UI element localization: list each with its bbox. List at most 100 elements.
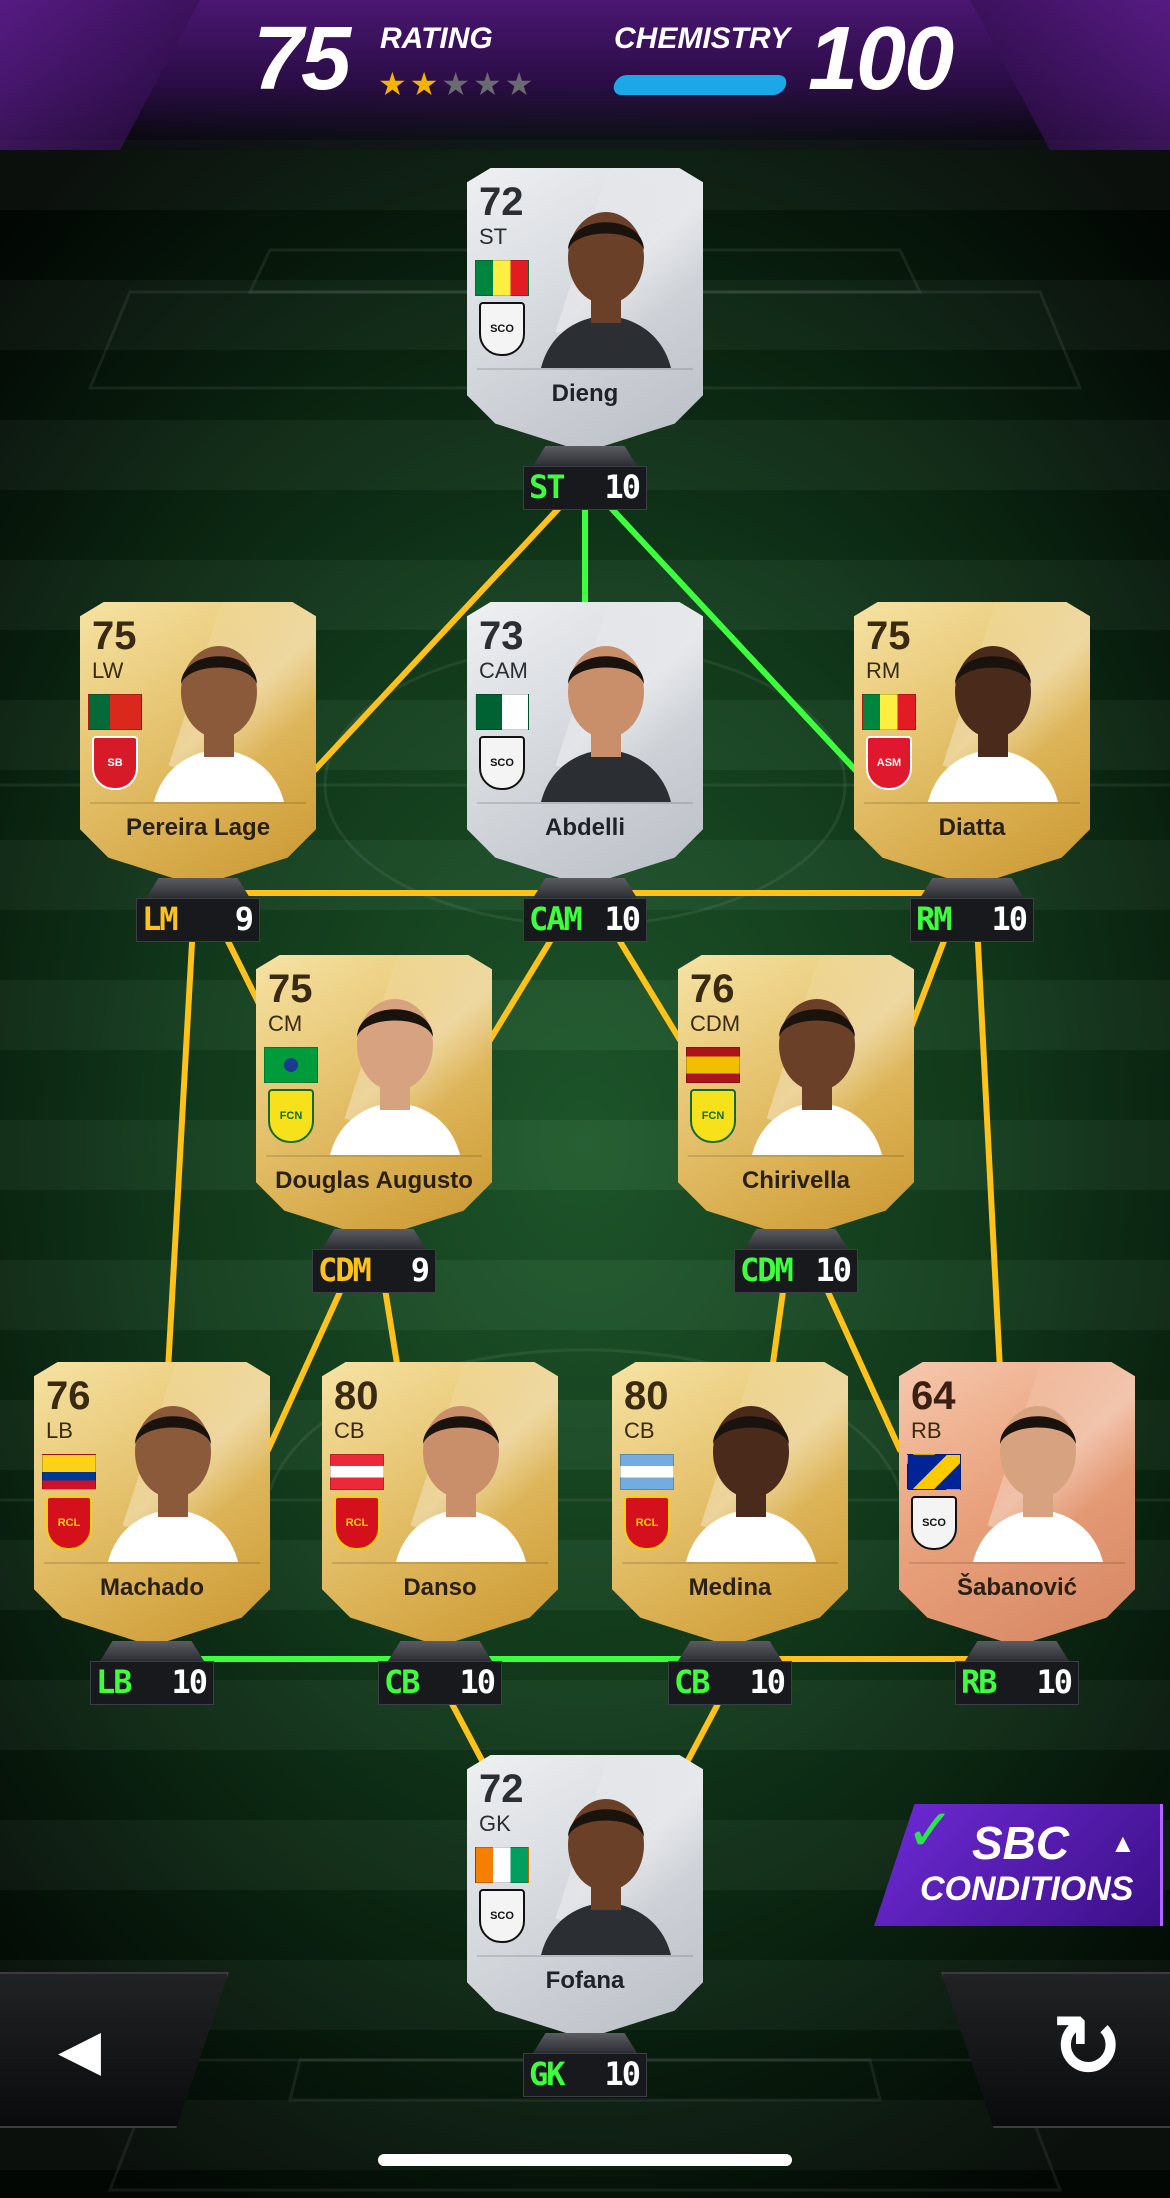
base-cap: [533, 878, 637, 898]
caret-up-icon: ▲: [1110, 1828, 1136, 1858]
player-name: Fofana: [545, 1967, 625, 1994]
base-cap: [965, 1641, 1069, 1661]
club-crest-icon: FCN: [268, 1089, 314, 1143]
club-crest-icon: SCO: [479, 1889, 525, 1943]
player-card-cb1[interactable]: 80 CB RCL Danso: [322, 1362, 558, 1646]
name-divider: [688, 1155, 904, 1157]
player-rating: 75: [92, 614, 137, 658]
brazil-flag-icon: [264, 1047, 318, 1083]
squad-builder-screen: 75 RATING ★★★★★ CHEMISTRY 100 72 ST SCO Die…: [0, 0, 1170, 2198]
chem-position: CAM: [529, 900, 583, 938]
player-card-lb[interactable]: 76 LB RCL Machado: [34, 1362, 270, 1646]
base-cap: [744, 1229, 848, 1249]
chemistry-base-rm: RM 10: [910, 878, 1034, 942]
chemistry-base-rb: RB 10: [955, 1641, 1079, 1705]
player-rating: 72: [479, 1767, 524, 1811]
sbc-label: SBC: [972, 1817, 1070, 1869]
player-portrait: [752, 999, 882, 1155]
base-cap: [322, 1229, 426, 1249]
chem-points: 10: [171, 1663, 208, 1701]
player-card-cdm1[interactable]: 75 CM FCN Douglas Augusto: [256, 955, 492, 1239]
austria-flag-icon: [330, 1454, 384, 1490]
player-name: Chirivella: [741, 1167, 851, 1194]
player-card-st[interactable]: 72 ST SCO Dieng: [467, 168, 703, 452]
chemistry-base-cdm1: CDM 9: [312, 1229, 436, 1293]
ivory-coast-flag-icon: [475, 1847, 529, 1883]
chem-position: ST: [529, 468, 566, 506]
player-portrait: [108, 1406, 238, 1562]
name-divider: [477, 802, 693, 804]
player-card-gk[interactable]: 72 GK SCO Fofana: [467, 1755, 703, 2039]
chem-points: 10: [1036, 1663, 1073, 1701]
base-cap: [678, 1641, 782, 1661]
player-rating: 80: [624, 1374, 669, 1418]
chem-points: 10: [815, 1251, 852, 1289]
squad-rating-label: RATING: [380, 22, 493, 55]
chem-points: 10: [604, 468, 641, 506]
chem-points: 9: [234, 900, 254, 938]
chemistry-base-cb1: CB 10: [378, 1641, 502, 1705]
chem-position: RM: [916, 900, 953, 938]
player-card-rm[interactable]: 75 RM ASM Diatta: [854, 602, 1090, 886]
player-card-cdm2[interactable]: 76 CDM FCN Chirivella: [678, 955, 914, 1239]
player-name: Douglas Augusto: [275, 1167, 473, 1194]
chemistry-base-cam: CAM 10: [523, 878, 647, 942]
player-rating: 73: [479, 614, 524, 658]
club-crest-icon: RCL: [46, 1496, 92, 1550]
star-icon: ★: [441, 66, 474, 102]
chem-position: RB: [961, 1663, 998, 1701]
name-divider: [266, 1155, 482, 1157]
player-name: Danso: [403, 1574, 477, 1601]
home-indicator[interactable]: [378, 2154, 792, 2166]
back-triangle-icon: ◀: [58, 2018, 102, 2081]
argentina-flag-icon: [620, 1454, 674, 1490]
player-name: Šabanović: [956, 1574, 1078, 1601]
link-rm-rb: [974, 922, 1003, 1373]
star-icon: ★: [409, 66, 442, 102]
chemistry-label: CHEMISTRY: [614, 22, 791, 55]
bosnia-flag-icon: [907, 1454, 961, 1490]
chem-position: CB: [674, 1663, 711, 1701]
name-divider: [477, 1955, 693, 1957]
chem-position: GK: [529, 2055, 566, 2093]
squad-header: 75 RATING ★★★★★ CHEMISTRY 100: [0, 0, 1170, 150]
club-crest-icon: RCL: [624, 1496, 670, 1550]
player-name: Medina: [688, 1574, 772, 1601]
rating-stars: ★★★★★: [378, 68, 536, 100]
base-cap: [388, 1641, 492, 1661]
chemistry-base-cdm2: CDM 10: [734, 1229, 858, 1293]
algeria-flag-icon: [475, 694, 529, 730]
link-cam-cdm1: [487, 922, 563, 1043]
name-divider: [864, 802, 1080, 804]
club-crest-icon: RCL: [334, 1496, 380, 1550]
player-card-lm[interactable]: 75 LW SB Pereira Lage: [80, 602, 316, 886]
player-portrait: [973, 1406, 1103, 1562]
player-rating: 80: [334, 1374, 379, 1418]
senegal-flag-icon: [862, 694, 916, 730]
link-cam-cdm2: [607, 922, 683, 1043]
name-divider: [477, 368, 693, 370]
chem-position: LB: [96, 1663, 133, 1701]
chemistry-base-st: ST 10: [523, 446, 647, 510]
chem-points: 9: [410, 1251, 430, 1289]
portugal-flag-icon: [88, 694, 142, 730]
player-portrait: [928, 646, 1058, 802]
player-rating: 76: [46, 1374, 91, 1418]
sbc-conditions-button[interactable]: ✓ SBC ▲ CONDITIONS: [874, 1790, 1170, 1940]
player-card-cb2[interactable]: 80 CB RCL Medina: [612, 1362, 848, 1646]
squad-rating-value: 75: [253, 9, 351, 109]
chem-position: CDM: [318, 1251, 372, 1289]
reset-arrow-icon: ↻: [1051, 1999, 1124, 2095]
chem-points: 10: [604, 2055, 641, 2093]
player-card-rb[interactable]: 64 RB SCO Šabanović: [899, 1362, 1135, 1646]
player-card-cam[interactable]: 73 CAM SCO Abdelli: [467, 602, 703, 886]
player-rating: 76: [690, 967, 735, 1011]
player-portrait: [541, 646, 671, 802]
club-crest-icon: ASM: [866, 736, 912, 790]
checkmark-icon: ✓: [906, 1798, 955, 1863]
base-cap: [533, 2033, 637, 2053]
chem-points: 10: [604, 900, 641, 938]
chemistry-base-lb: LB 10: [90, 1641, 214, 1705]
link-lm-lb: [165, 922, 196, 1373]
chemistry-base-lm: LM 9: [136, 878, 260, 942]
